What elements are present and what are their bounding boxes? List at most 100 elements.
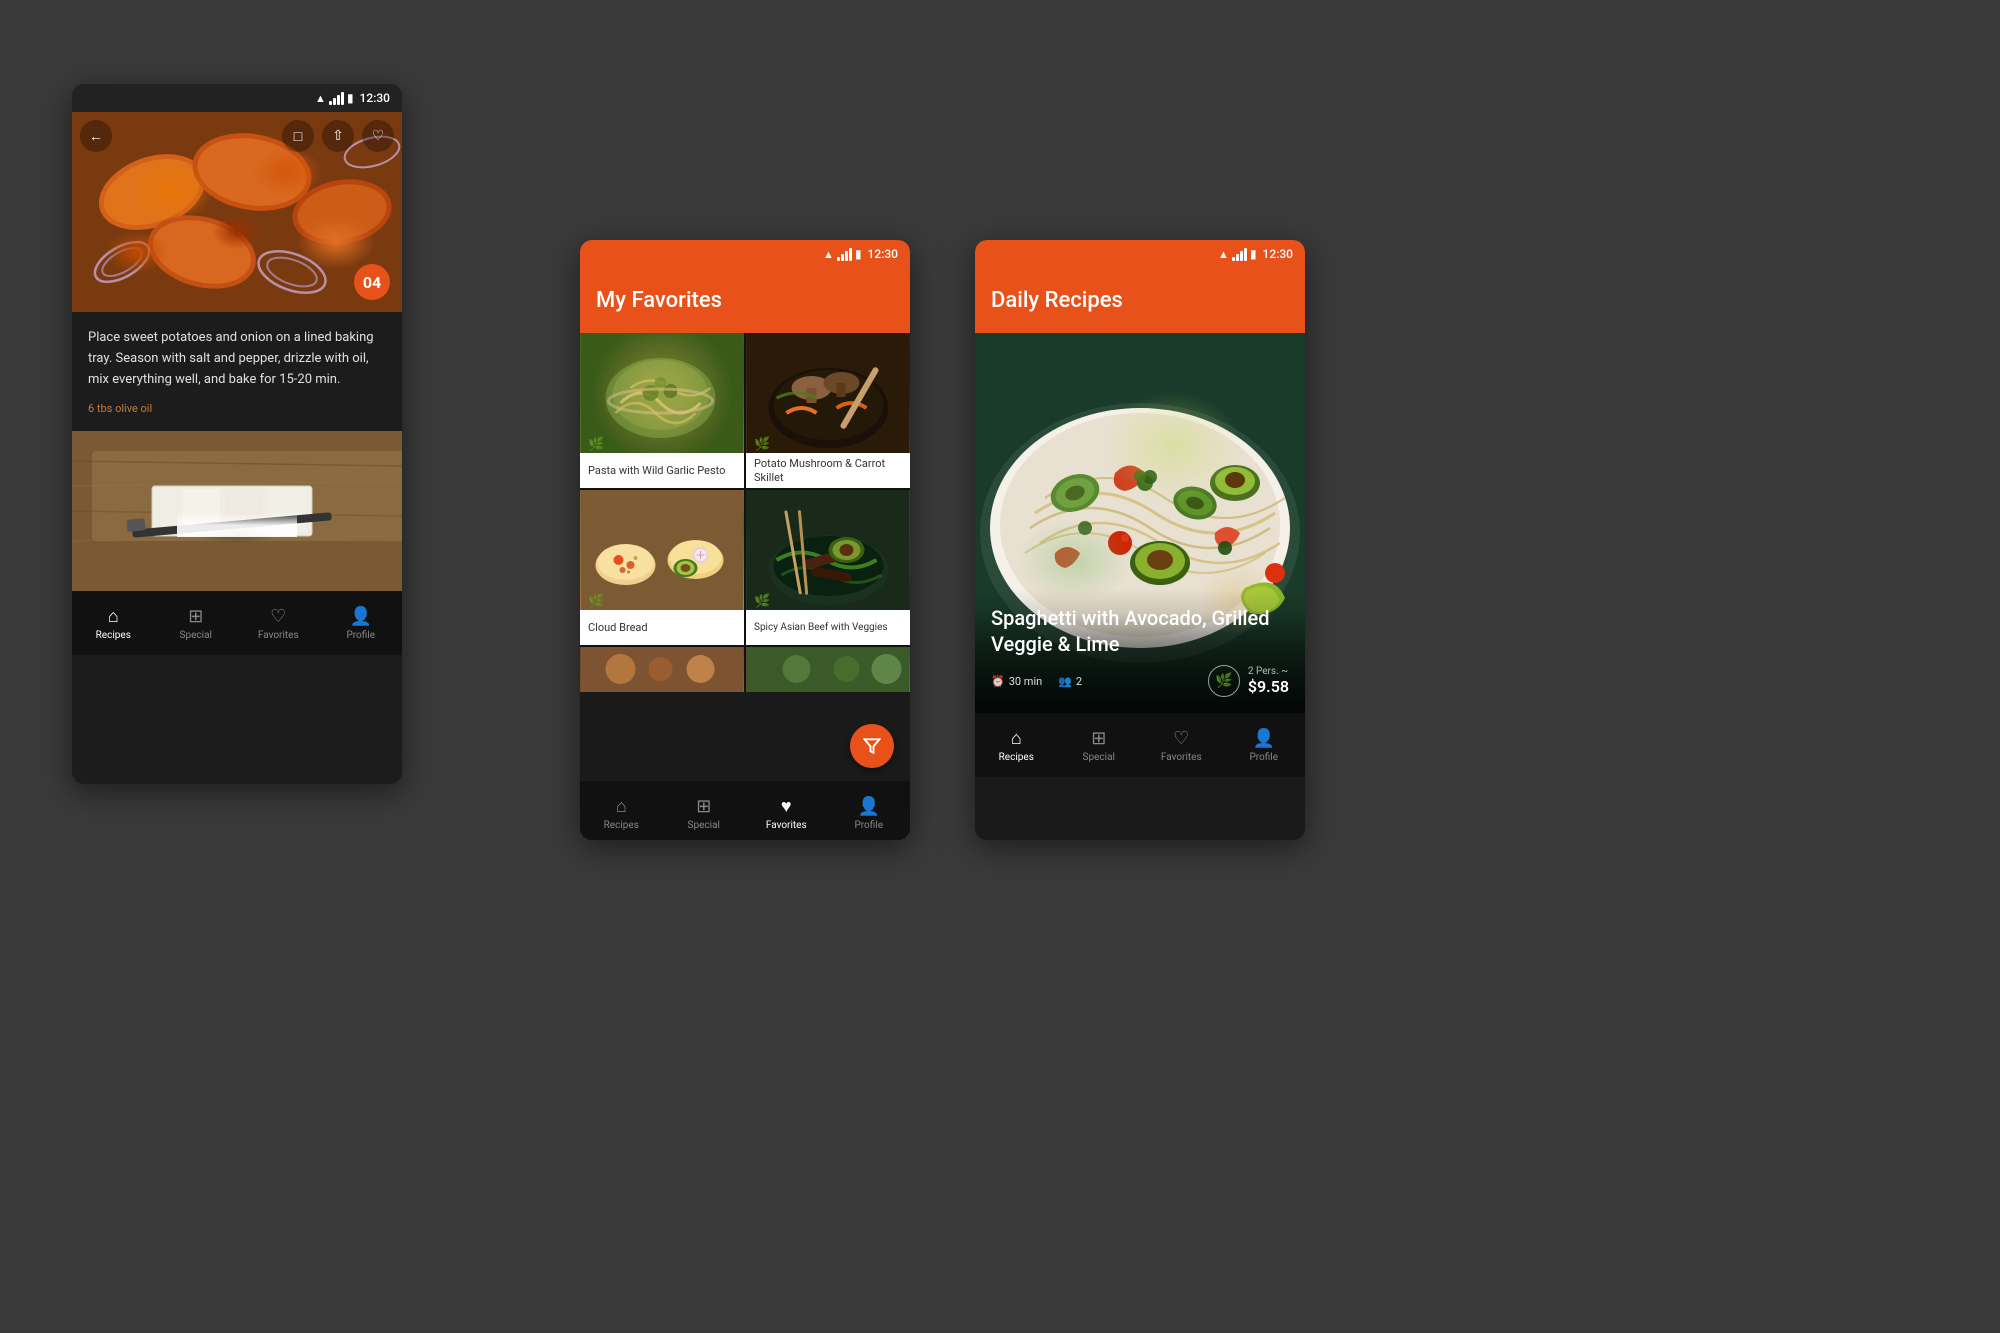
status-bar-1: ▲ ▮ 12:30 [72,84,402,112]
price-value: $9.58 [1248,677,1289,696]
cloud-image [580,490,744,610]
signal-bar-2 [837,248,852,261]
nav-favorites-label-1: Favorites [258,630,299,641]
people-icon: 👥 [1058,675,1072,688]
favorites-title: My Favorites [596,288,894,313]
time-meta: ⏰ 30 min [991,675,1042,688]
nav-recipes-3[interactable]: ⌂ Recipes [975,713,1058,777]
nav-special-2[interactable]: ⊞ Special [663,781,746,840]
nav-favorites-label-3: Favorites [1161,752,1202,763]
price-label: 2 Pers. ~ [1248,666,1289,677]
time-value: 30 min [1009,675,1043,688]
home-icon-1: ⌂ [108,606,119,627]
mushroom-name: Potato Mushroom & Carrot Skillet [754,457,902,483]
battery-icon-3: ▮ [1250,247,1257,261]
favorite-button[interactable]: ♡ [362,120,394,152]
person-icon-3: 👤 [1253,728,1275,749]
nav-special-3[interactable]: ⊞ Special [1058,713,1141,777]
favorites-body: 🌿 Pasta with Wild Garlic Pesto [580,333,910,781]
nav-recipes-2[interactable]: ⌂ Recipes [580,781,663,840]
partial-image-2 [746,647,910,692]
cloud-name: Cloud Bread [588,621,648,634]
nav-profile-2[interactable]: 👤 Profile [828,781,911,840]
person-icon-2: 👤 [858,796,880,817]
phone-recipe-detail: ▲ ▮ 12:30 [72,84,402,784]
filter-fab-button[interactable] [850,724,894,768]
nav-profile-3[interactable]: 👤 Profile [1223,713,1306,777]
nav-special-label-3: Special [1083,752,1115,763]
fav-item-cloud[interactable]: 🌿 Cloud Bread [580,490,744,645]
nav-special-label-2: Special [688,820,720,831]
nav-profile-1[interactable]: 👤 Profile [320,591,403,655]
nav-favorites-label-2: Favorites [766,820,807,831]
nav-favorites-2[interactable]: ♥ Favorites [745,781,828,840]
nav-profile-label-2: Profile [854,820,883,831]
nav-favorites-1[interactable]: ♡ Favorites [237,591,320,655]
leaf-icon-cloud: 🌿 [588,594,604,609]
nav-recipes-label-2: Recipes [604,820,639,831]
nav-special-1[interactable]: ⊞ Special [155,591,238,655]
cloud-illustration [580,490,744,610]
price-section: 🌿 2 Pers. ~ $9.58 [1208,665,1289,697]
pasta-name: Pasta with Wild Garlic Pesto [588,464,725,477]
nav-profile-label-1: Profile [346,630,375,641]
time-3: 12:30 [1263,247,1293,261]
back-button[interactable]: ← [80,120,112,152]
beef-info: Spicy Asian Beef with Veggies [746,610,910,645]
bottom-nav-1: ⌂ Recipes ⊞ Special ♡ Favorites 👤 Profil… [72,591,402,655]
wifi-icon-3: ▲ [1218,248,1229,261]
grid-icon-1: ⊞ [188,606,203,627]
wifi-icon-2: ▲ [823,248,834,261]
price-block: 2 Pers. ~ $9.58 [1248,666,1289,696]
signal-icons-2: ▲ ▮ [823,247,862,261]
hero-overlay: Spaghetti with Avocado, Grilled Veggie &… [975,589,1305,713]
nav-recipes-1[interactable]: ⌂ Recipes [72,591,155,655]
recipe-header-image: ← □ ⇧ ♡ 04 [72,112,402,312]
battery-icon-2: ▮ [855,247,862,261]
share-button[interactable]: ⇧ [322,120,354,152]
leaf-icon-beef: 🌿 [754,594,770,609]
recipe-meta: ⏰ 30 min 👥 2 🌿 2 Pers. ~ $9.58 [991,665,1289,697]
beef-name: Spicy Asian Beef with Veggies [754,622,888,634]
phone-favorites: ▲ ▮ 12:30 My Favorites [580,240,910,840]
cloud-info: Cloud Bread [580,610,744,645]
nav-profile-label-3: Profile [1249,752,1278,763]
favorites-grid: 🌿 Pasta with Wild Garlic Pesto [580,333,910,692]
daily-header: Daily Recipes [975,268,1305,333]
servings-meta: 👥 2 [1058,675,1082,688]
fav-item-beef[interactable]: 🌿 Spicy Asian Beef with Veggies [746,490,910,645]
signal-icons-3: ▲ ▮ [1218,247,1257,261]
status-bar-3: ▲ ▮ 12:30 [975,240,1305,268]
grid-icon-3: ⊞ [1091,728,1106,749]
header-controls: ← □ ⇧ ♡ [80,120,394,152]
leaf-icon-pasta: 🌿 [588,437,604,452]
recipe-content: Place sweet potatoes and onion on a line… [72,312,402,431]
daily-hero-image[interactable]: Spaghetti with Avocado, Grilled Veggie &… [975,333,1305,713]
mushroom-info: Potato Mushroom & Carrot Skillet [746,453,910,488]
step-badge: 04 [354,264,390,300]
nav-special-label-1: Special [180,630,212,641]
grid-icon-2: ⊞ [696,796,711,817]
wifi-icon: ▲ [315,92,326,105]
beef-illustration [746,490,910,610]
hero-recipe-title: Spaghetti with Avocado, Grilled Veggie &… [991,605,1289,657]
fav-item-partial-1[interactable] [580,647,744,692]
clock-icon: ⏰ [991,675,1005,688]
partial-illustration-2 [746,647,910,692]
partial-illustration-1 [580,647,744,692]
heart-icon-2: ♥ [781,796,792,817]
home-icon-3: ⌂ [1011,728,1022,749]
fav-item-pasta[interactable]: 🌿 Pasta with Wild Garlic Pesto [580,333,744,488]
pasta-image [580,333,744,453]
time-1: 12:30 [360,91,390,105]
step-text: Place sweet potatoes and onion on a line… [88,328,386,390]
daily-title: Daily Recipes [991,288,1289,313]
filter-icon [863,737,881,755]
leaf-icon-mushroom: 🌿 [754,437,770,452]
fav-item-partial-2[interactable] [746,647,910,692]
save-button[interactable]: □ [282,120,314,152]
nav-recipes-label-1: Recipes [96,630,131,641]
fav-item-mushroom[interactable]: 🌿 Potato Mushroom & Carrot Skillet [746,333,910,488]
nav-favorites-3[interactable]: ♡ Favorites [1140,713,1223,777]
mushroom-illustration [746,333,910,453]
